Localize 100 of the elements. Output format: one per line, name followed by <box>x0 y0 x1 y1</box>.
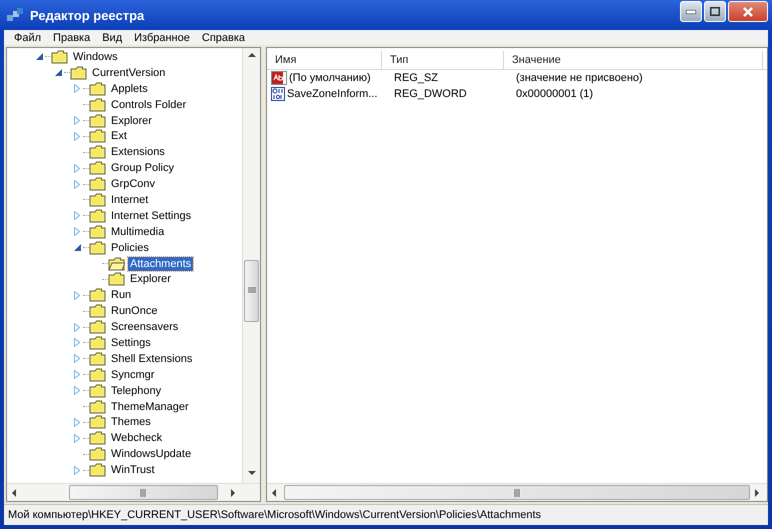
expand-triangle-icon[interactable] <box>74 84 80 94</box>
horizontal-scrollbar[interactable] <box>267 483 767 501</box>
folder-icon <box>89 415 106 430</box>
value-type: REG_DWORD <box>393 88 468 100</box>
close-button[interactable] <box>728 1 768 22</box>
tree-item[interactable]: ThemeManager <box>109 400 191 414</box>
tree-item[interactable]: RunOnce <box>109 304 160 318</box>
expand-triangle-icon[interactable] <box>74 370 80 380</box>
menu-item[interactable]: Справка <box>196 32 252 44</box>
column-header[interactable]: Тип <box>382 51 504 69</box>
menu-item[interactable]: Файл <box>8 32 48 44</box>
window-title: Редактор реестра <box>30 8 146 22</box>
folder-icon <box>89 177 106 192</box>
folder-icon <box>89 400 106 414</box>
expand-triangle-icon[interactable] <box>74 164 80 173</box>
tree-item[interactable]: Ext <box>109 129 129 144</box>
scroll-thumb[interactable] <box>244 260 259 322</box>
tree-item[interactable]: Policies <box>109 240 151 255</box>
expand-triangle-icon[interactable] <box>74 211 80 220</box>
tree-item[interactable]: WinTrust <box>109 463 157 478</box>
folder-icon <box>89 82 106 96</box>
tree-item[interactable]: Extensions <box>109 145 167 160</box>
tree-item[interactable]: WindowsUpdate <box>109 447 194 462</box>
expand-triangle-icon[interactable] <box>74 322 80 332</box>
vertical-scrollbar[interactable] <box>242 48 260 483</box>
tree-item[interactable]: Group Policy <box>109 161 176 176</box>
horizontal-scrollbar[interactable] <box>7 483 260 501</box>
tree-item[interactable]: Telephony <box>109 384 164 398</box>
value-type: REG_SZ <box>393 72 440 84</box>
folder-icon <box>89 352 106 366</box>
expand-triangle-icon[interactable] <box>74 132 80 141</box>
tree-item[interactable]: Multimedia <box>109 224 166 239</box>
tree-item[interactable]: Run <box>109 288 134 302</box>
binary-value-icon <box>271 87 285 101</box>
expand-triangle-icon[interactable] <box>74 434 80 443</box>
folder-icon <box>89 447 106 462</box>
value-name[interactable]: (По умолчанию) <box>289 72 371 84</box>
folder-icon <box>89 463 106 478</box>
minimize-button[interactable] <box>680 1 702 22</box>
folder-icon <box>89 431 106 446</box>
registry-cubes-icon <box>6 7 24 23</box>
menu-item[interactable]: Правка <box>47 32 96 44</box>
value-name[interactable]: SaveZoneInform... <box>287 88 378 100</box>
expand-triangle-icon[interactable] <box>74 338 80 348</box>
folder-icon <box>89 336 106 350</box>
tree-item[interactable]: Webcheck <box>109 431 164 446</box>
minimize-icon <box>686 10 696 14</box>
tree-item[interactable]: Explorer <box>128 272 173 286</box>
registry-path: Мой компьютер\HKEY_CURRENT_USER\Software\Microsoft\Windows\CurrentVersion\Policies\Attachments <box>7 509 542 521</box>
expand-triangle-icon[interactable] <box>74 354 80 364</box>
folder-icon <box>89 161 106 176</box>
folder-icon <box>89 240 106 255</box>
maximize-button[interactable] <box>704 1 726 22</box>
tree-item[interactable]: Screensavers <box>109 320 180 334</box>
column-header[interactable]: Значение <box>504 51 763 69</box>
value-data: 0x00000001 (1) <box>515 88 594 100</box>
folder-icon <box>89 208 106 223</box>
folder-icon <box>51 50 68 64</box>
expand-triangle-icon[interactable] <box>74 116 80 125</box>
tree-item[interactable]: Controls Folder <box>109 98 188 112</box>
expand-triangle-icon[interactable] <box>74 227 80 236</box>
maximize-icon <box>710 7 720 16</box>
tree-item[interactable]: Shell Extensions <box>109 352 194 366</box>
folder-icon <box>89 192 106 207</box>
collapse-triangle-icon[interactable] <box>36 53 42 60</box>
tree-item[interactable]: GrpConv <box>109 177 158 192</box>
folder-icon <box>89 224 106 239</box>
expand-triangle-icon[interactable] <box>74 466 80 475</box>
expand-triangle-icon[interactable] <box>74 290 80 300</box>
folder-icon <box>89 288 106 302</box>
scroll-thumb[interactable] <box>69 485 218 500</box>
folder-icon <box>108 272 125 286</box>
folder-icon <box>89 384 106 398</box>
tree-item[interactable]: Applets <box>109 82 150 96</box>
expand-triangle-icon[interactable] <box>74 418 80 427</box>
collapse-triangle-icon[interactable] <box>74 244 80 252</box>
folder-icon <box>89 129 106 144</box>
tree-item[interactable]: Explorer <box>109 114 154 128</box>
collapse-triangle-icon[interactable] <box>54 69 62 76</box>
folder-icon <box>89 98 106 112</box>
folder-icon <box>89 145 106 160</box>
menu-item[interactable]: Избранное <box>128 32 196 44</box>
tree-item[interactable]: Syncmgr <box>109 368 156 382</box>
folder-icon <box>89 304 106 318</box>
folder-icon <box>89 320 106 334</box>
open-folder-icon <box>108 256 125 271</box>
tree-item[interactable]: Internet <box>109 192 150 207</box>
tree-item[interactable]: Attachments <box>128 256 194 271</box>
value-data: (значение не присвоено) <box>515 72 644 84</box>
tree-item[interactable]: Themes <box>109 415 153 430</box>
tree-item[interactable]: Windows <box>71 50 120 64</box>
expand-triangle-icon[interactable] <box>74 180 80 189</box>
tree-item[interactable]: Internet Settings <box>109 208 194 223</box>
scroll-thumb[interactable] <box>284 485 750 500</box>
menu-item[interactable]: Вид <box>96 32 128 44</box>
expand-triangle-icon[interactable] <box>74 386 80 396</box>
tree-item[interactable]: CurrentVersion <box>90 66 168 80</box>
folder-icon <box>89 368 106 382</box>
tree-item[interactable]: Settings <box>109 336 153 350</box>
column-header[interactable]: Имя <box>267 51 382 69</box>
